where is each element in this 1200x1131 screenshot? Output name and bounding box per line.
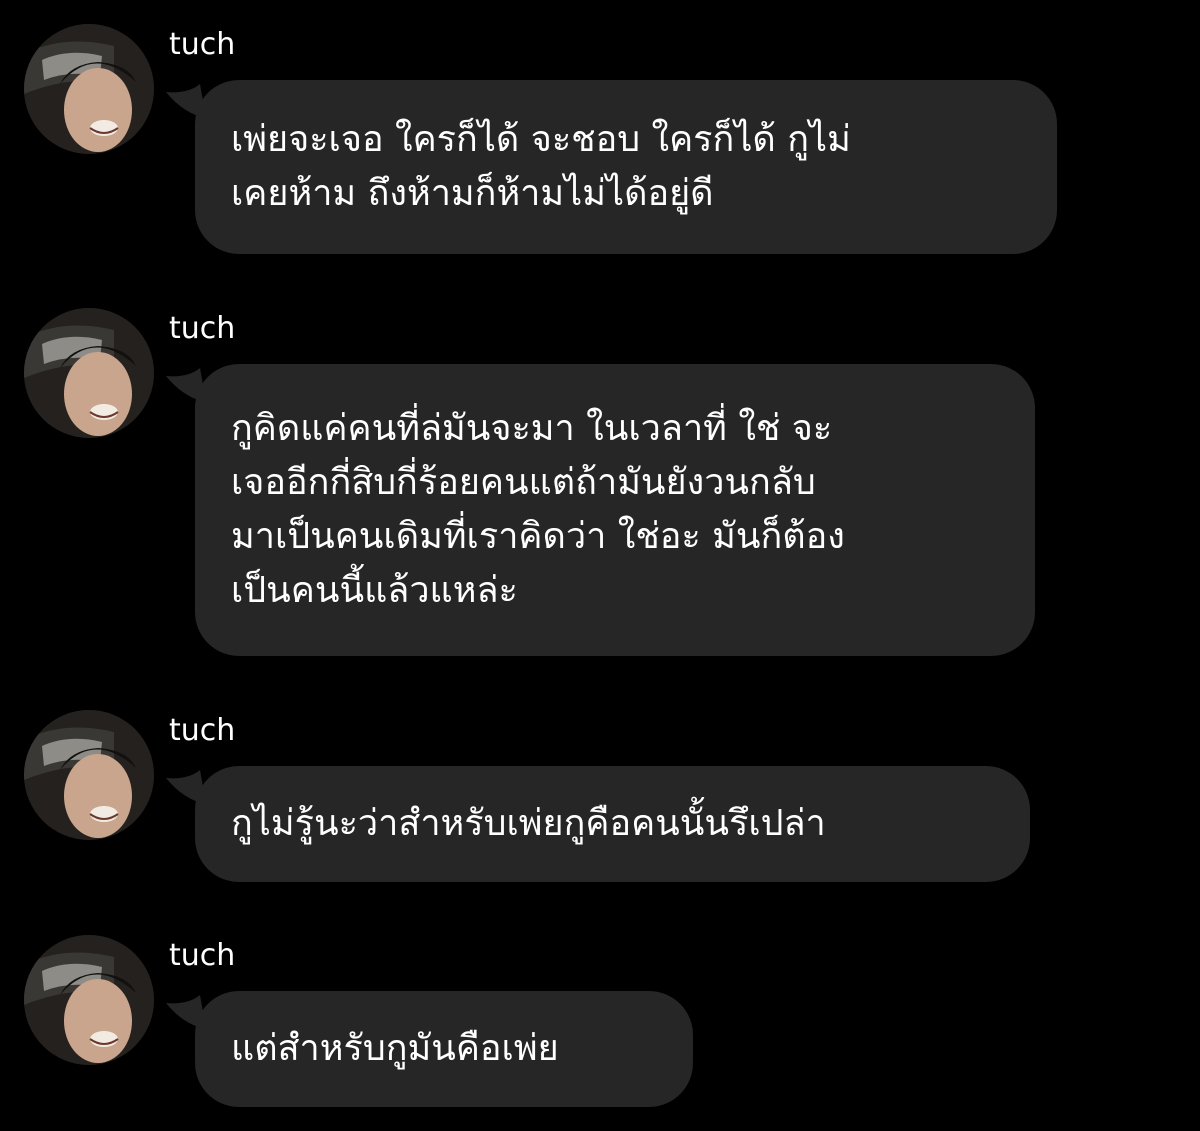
message-row: tuch แต่สำหรับกูมันคือเพ่ย — [0, 925, 1200, 1131]
message-row: tuch เพ่ยจะเจอ ใครก็ได้ จะชอบ ใครก็ได้ ก… — [0, 0, 1200, 260]
message-bubble[interactable]: กูคิดแค่คนที่ล่มันจะมา ในเวลาที่ ใช่ จะ … — [195, 364, 1035, 656]
sender-name: tuch — [169, 713, 236, 748]
message-bubble[interactable]: เพ่ยจะเจอ ใครก็ได้ จะชอบ ใครก็ได้ กูไม่ … — [195, 80, 1057, 254]
avatar[interactable] — [24, 24, 154, 154]
message-text: เพ่ยจะเจอ ใครก็ได้ จะชอบ ใครก็ได้ กูไม่ … — [231, 119, 851, 214]
message-text: กูคิดแค่คนที่ล่มันจะมา ในเวลาที่ ใช่ จะ … — [231, 408, 845, 611]
message-row: tuch กูไม่รู้นะว่าสำหรับเพ่ยกูคือคนนั้นร… — [0, 700, 1200, 890]
avatar-photo-icon — [24, 710, 154, 840]
avatar-photo-icon — [24, 308, 154, 438]
avatar[interactable] — [24, 935, 154, 1065]
sender-name: tuch — [169, 938, 236, 973]
avatar-photo-icon — [24, 24, 154, 154]
message-row: tuch กูคิดแค่คนที่ล่มันจะมา ในเวลาที่ ใช… — [0, 300, 1200, 660]
avatar[interactable] — [24, 308, 154, 438]
sender-name: tuch — [169, 27, 236, 62]
message-bubble[interactable]: แต่สำหรับกูมันคือเพ่ย — [195, 991, 693, 1107]
sender-name: tuch — [169, 311, 236, 346]
message-bubble[interactable]: กูไม่รู้นะว่าสำหรับเพ่ยกูคือคนนั้นรึเปล่… — [195, 766, 1030, 882]
avatar[interactable] — [24, 710, 154, 840]
message-text: แต่สำหรับกูมันคือเพ่ย — [231, 1028, 559, 1069]
avatar-photo-icon — [24, 935, 154, 1065]
message-text: กูไม่รู้นะว่าสำหรับเพ่ยกูคือคนนั้นรึเปล่… — [231, 803, 826, 844]
